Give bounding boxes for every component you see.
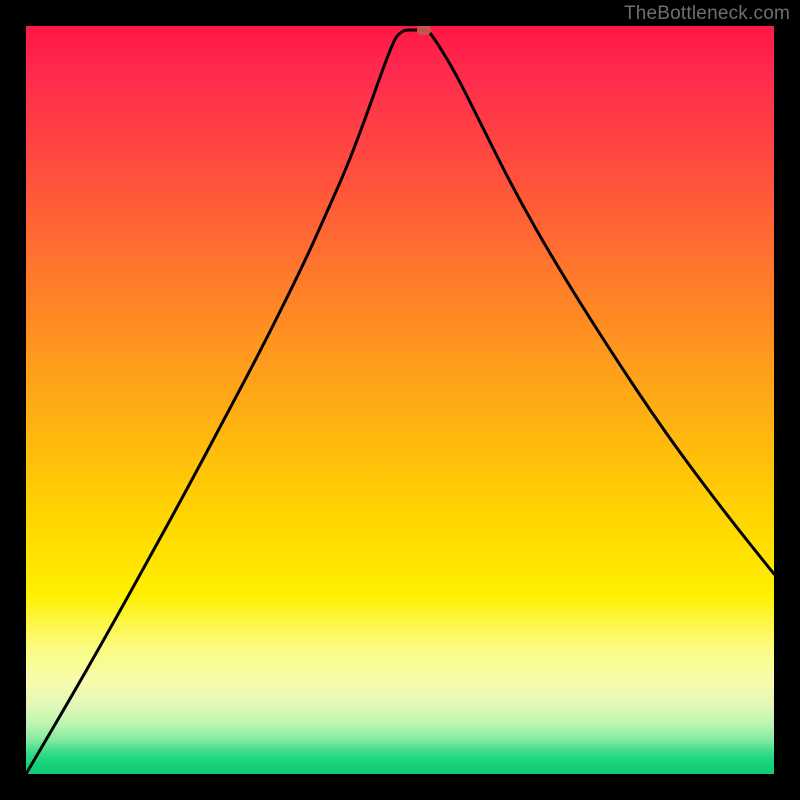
watermark-label: TheBottleneck.com (624, 3, 790, 25)
curve-svg (26, 26, 774, 774)
chart-frame: TheBottleneck.com (0, 0, 800, 800)
optimum-marker (417, 26, 431, 35)
plot-area (26, 26, 774, 774)
bottleneck-curve (26, 30, 774, 774)
